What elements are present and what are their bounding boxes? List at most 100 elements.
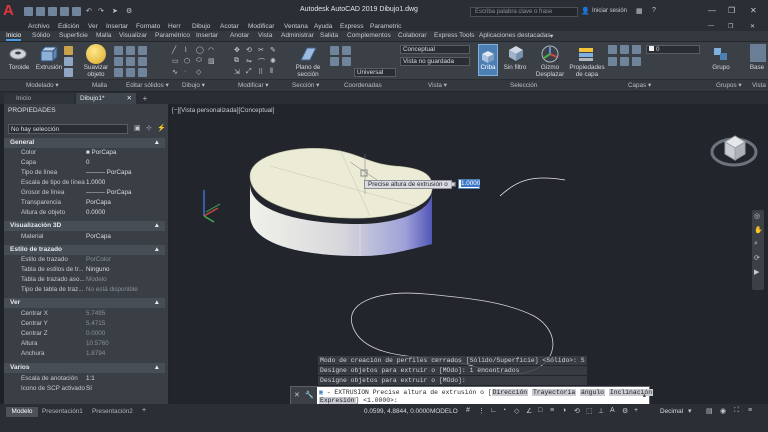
polygon-icon[interactable]: ⬡ [184,57,190,65]
suavizar-button[interactable] [86,44,106,64]
tab-visualizar[interactable]: Visualizar [119,32,147,39]
copy-icon[interactable]: ⧉ [234,57,239,65]
tab-malla[interactable]: Malla [96,32,112,39]
drawing-viewport[interactable]: [−][Vista personalizada][Conceptual] Pre… [170,104,768,404]
help-icon[interactable]: ? [652,7,656,14]
view-combo[interactable]: Vista no guardada [400,57,470,66]
transparency-icon[interactable]: ◑ [562,407,566,414]
3d-osnap-icon[interactable]: ⬚ [586,407,593,415]
sphere-icon[interactable] [64,68,73,77]
panel-grupos[interactable]: Grupos ▾ [716,82,742,89]
layer-freeze-icon[interactable] [632,45,641,54]
circle-icon[interactable]: ◯ [196,46,204,54]
menu-parametric[interactable]: Parametric [370,23,401,30]
separate-icon[interactable] [126,68,135,77]
print-icon[interactable] [72,7,81,16]
stretch-icon[interactable]: ⇲ [234,68,240,76]
toroide-button[interactable] [8,45,28,65]
prop-row[interactable]: Anchura 1.8794 [4,349,165,359]
keyword-inclinacion[interactable]: Inclinación [608,389,654,396]
layer-isolate-icon[interactable] [620,45,629,54]
showmotion-icon[interactable]: ▶ [754,268,759,276]
panel-modificar[interactable]: Modificar ▾ [238,82,268,89]
close-button[interactable]: ✕ [750,6,757,15]
tab-aplicaciones[interactable]: Aplicaciones destacadas [479,32,551,39]
line-icon[interactable]: ╱ [172,46,176,54]
hatch-icon[interactable]: ▨ [208,57,215,65]
toggle-pickadd-icon[interactable]: ▣ [134,124,141,132]
menu-insertar[interactable]: Insertar [106,23,128,30]
menu-ver[interactable]: Ver [88,23,98,30]
section-general[interactable]: General ▲ [4,138,165,148]
select-objects-icon[interactable]: ⊹ [146,124,152,132]
keyword-trayectoria[interactable]: Trayectoria [531,389,577,396]
tab-anotar[interactable]: Anotar [230,32,249,39]
layout-tab-1[interactable]: Presentación1 [42,407,83,417]
union-icon[interactable] [114,46,123,55]
menu-acotar[interactable]: Acotar [220,23,239,30]
add-layout-icon[interactable]: + [142,407,146,414]
saveas-icon[interactable] [60,7,69,16]
tab-colaborar[interactable]: Colaborar [398,32,427,39]
box-icon[interactable] [64,46,73,55]
tab-express-tools[interactable]: Express Tools [434,32,474,39]
osnap-icon[interactable]: □ [538,407,542,414]
keyword-direccion[interactable]: Dirección [491,389,529,396]
prop-row[interactable]: Centrar X 5.7495 [4,309,165,319]
pan-icon[interactable]: ✋ [754,226,763,234]
prop-row[interactable]: Tipo de tabla de traz... No está disponib… [4,285,165,295]
tab-superficie[interactable]: Superficie [59,32,88,39]
keyword-expresion[interactable]: Expresión [319,397,356,404]
thicken-icon[interactable] [138,68,147,77]
prop-row[interactable]: Centrar Y 5.4715 [4,319,165,329]
prop-row[interactable]: Centrar Z 0.0000 [4,329,165,339]
maximize-button[interactable]: ❐ [728,6,735,15]
ribbon-toggle-icon[interactable]: ▾ [550,32,553,40]
layer-combo[interactable]: 0 [646,45,700,54]
undo-icon[interactable]: ↶ [86,7,92,15]
offset-icon[interactable]: ⫴ [270,68,273,76]
model-space-button[interactable]: MODELO [430,408,458,415]
doc-restore-button[interactable]: ❐ [728,23,733,30]
panel-modelado[interactable]: Modelado ▾ [26,82,59,89]
tab-salida[interactable]: Salida [320,32,338,39]
prop-row[interactable]: Icono de SCP activado Sí [4,384,165,394]
propiedades-capa-button[interactable] [576,44,596,64]
share-icon[interactable]: ➤ [112,7,118,15]
menu-modificar[interactable]: Modificar [248,23,274,30]
command-line[interactable]: ✕ 🔧 ▣ - EXTRUSION Precise altura de extr… [290,386,654,406]
prop-row[interactable]: Tabla de estilos de tr... Ninguno [4,265,165,275]
new-icon[interactable] [24,7,33,16]
isolate-objects-icon[interactable]: ◉ [720,407,726,415]
section-ver[interactable]: Ver ▲ [4,298,165,308]
tab-solido[interactable]: Sólido [32,32,50,39]
prop-row[interactable]: Grosor de línea ——— PorCapa [4,188,165,198]
panel-malla[interactable]: Malla [92,82,107,89]
rotate-icon[interactable]: ⟲ [246,46,252,54]
tab-administrar[interactable]: Administrar [281,32,314,39]
tab-inicio[interactable]: Inicio [6,32,22,41]
dynamic-input-field[interactable]: 1.0000 [458,179,481,189]
layer-lock-icon[interactable] [632,57,641,66]
panel-editar-solidos[interactable]: Editar sólidos ▾ [126,82,169,89]
plus-icon[interactable]: + [634,407,638,414]
ucs-origin-icon[interactable] [330,57,339,66]
layer-previous-icon[interactable] [620,57,629,66]
nav-wheel-icon[interactable]: ◎ [754,212,760,220]
arc-icon[interactable]: ◠ [208,46,214,54]
plano-seccion-button[interactable] [298,44,318,64]
trim-icon[interactable]: ✂ [258,46,264,54]
panel-seleccion[interactable]: Selección [510,82,537,89]
tab-dibujo1[interactable]: Dibujo1* ✕ [76,93,136,104]
ellipse-icon[interactable]: ⬭ [196,57,202,65]
panel-dibujo[interactable]: Dibujo ▾ [182,82,205,89]
scale-icon[interactable]: ⤢ [246,68,252,76]
user-icon[interactable]: 👤 [581,7,590,15]
layer-match-icon[interactable] [608,57,617,66]
prop-row[interactable]: Capa 0 [4,158,165,168]
tab-vista[interactable]: Vista [258,32,272,39]
doc-close-button[interactable]: ✕ [750,23,755,30]
cylinder-icon[interactable] [64,57,73,66]
menu-archivo[interactable]: Archivo [28,23,50,30]
rectangle-icon[interactable]: ▭ [172,57,179,65]
